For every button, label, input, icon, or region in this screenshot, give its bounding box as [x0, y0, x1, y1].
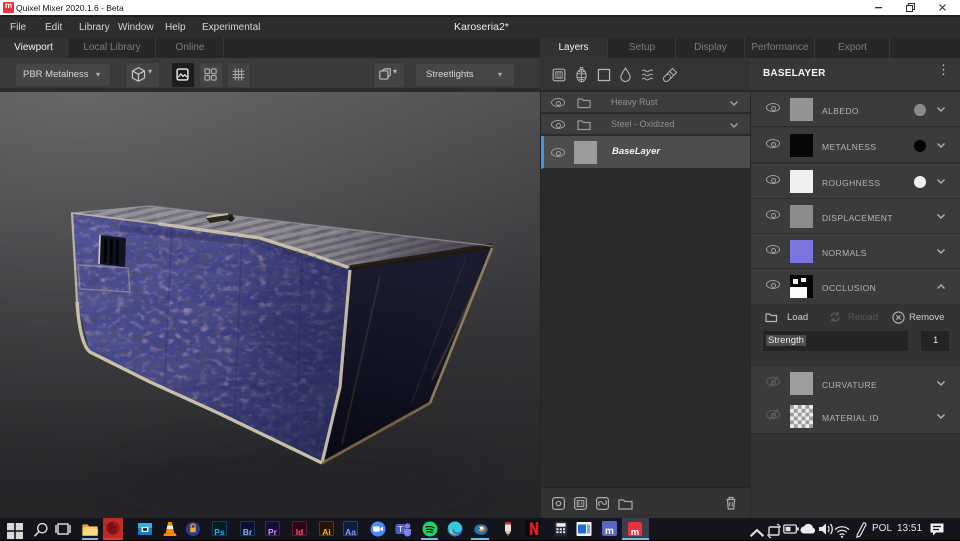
svg-text:T: T: [398, 525, 403, 534]
